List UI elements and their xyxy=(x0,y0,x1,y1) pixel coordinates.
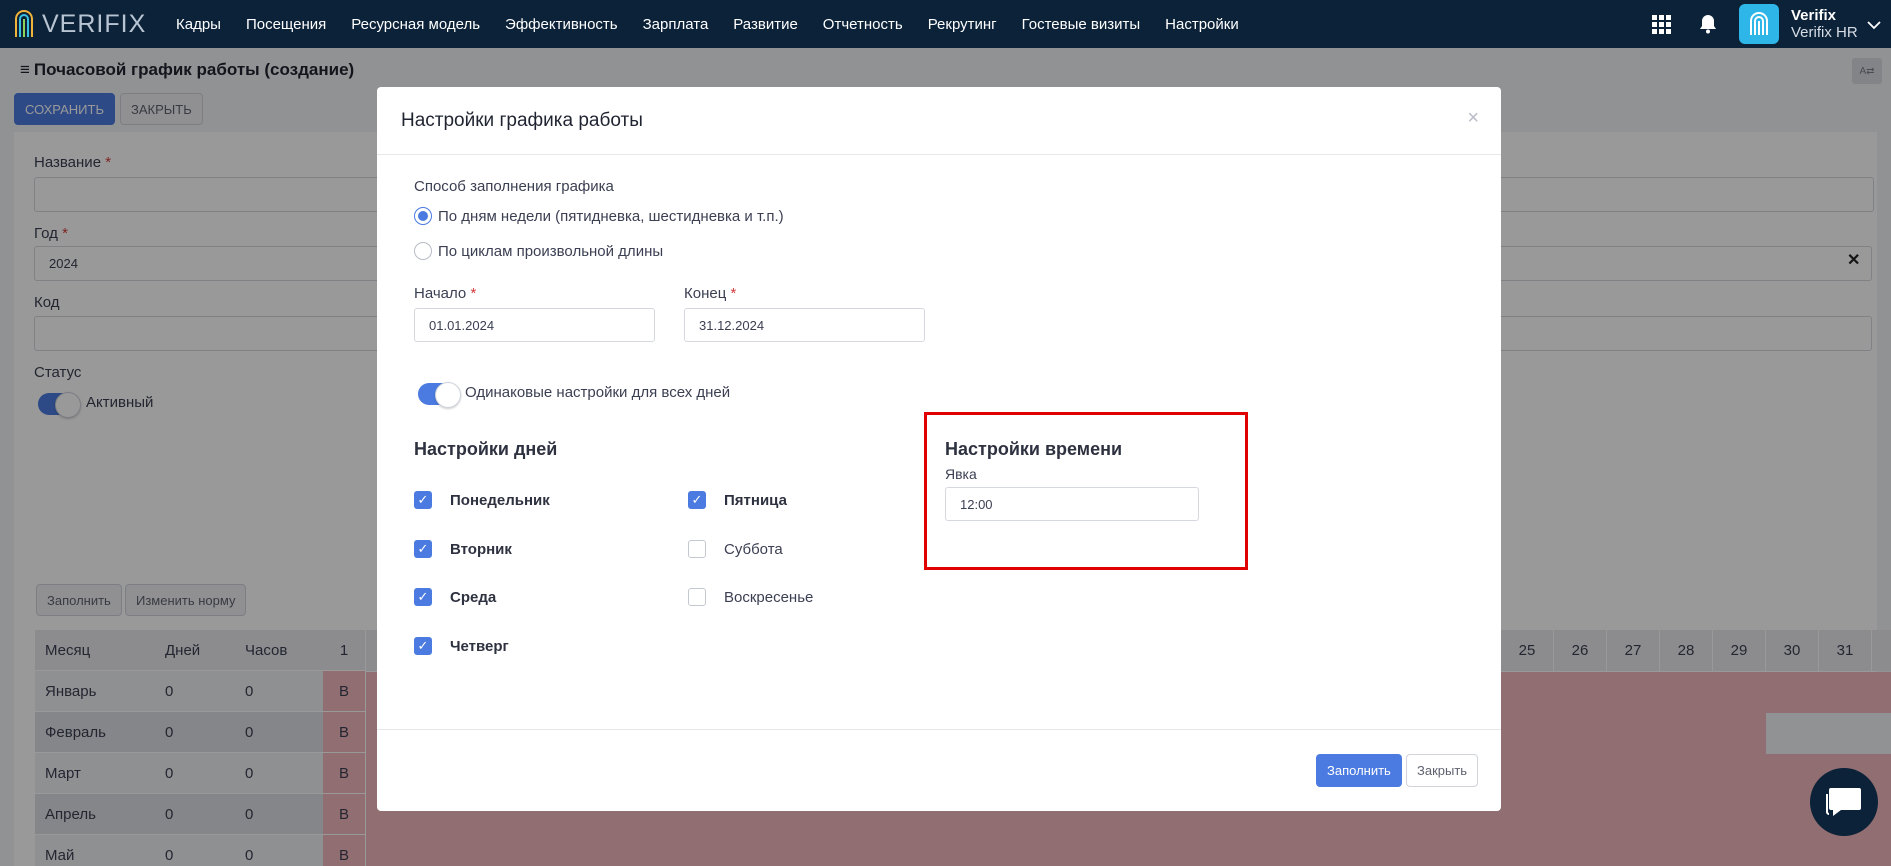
fill-button[interactable]: Заполнить xyxy=(1316,754,1402,787)
menu-item-resource-model[interactable]: Ресурсная модель xyxy=(351,16,480,33)
radio-cycles[interactable]: По циклам произвольной длины xyxy=(414,242,663,260)
fill-method-label: Способ заполнения графика xyxy=(414,178,614,195)
checkbox-label: Четверг xyxy=(450,637,509,655)
checkbox-unchecked-icon xyxy=(688,588,706,606)
checkbox-checked-icon: ✓ xyxy=(414,540,432,558)
checkbox-label: Среда xyxy=(450,588,497,606)
menu-item-kadry[interactable]: Кадры xyxy=(176,16,221,33)
fingerprint-icon xyxy=(1750,12,1768,35)
menu-item-development[interactable]: Развитие xyxy=(733,16,798,33)
checkbox-thursday[interactable]: ✓ Четверг xyxy=(414,637,509,655)
menu-item-salary[interactable]: Зарплата xyxy=(643,16,709,33)
checkbox-friday[interactable]: ✓ Пятница xyxy=(688,491,787,509)
modal-title: Настройки графика работы xyxy=(377,87,1501,155)
checkbox-label: Понедельник xyxy=(450,491,550,509)
checkbox-sunday[interactable]: Воскресенье xyxy=(688,588,813,606)
checkbox-checked-icon: ✓ xyxy=(414,491,432,509)
logo-text: VERIFIX xyxy=(42,9,147,38)
checkbox-monday[interactable]: ✓ Понедельник xyxy=(414,491,550,509)
end-date-input[interactable]: 31.12.2024 xyxy=(684,308,925,342)
menu-item-efficiency[interactable]: Эффективность xyxy=(505,16,618,33)
checkbox-label: Суббота xyxy=(724,540,783,558)
modal-footer: Заполнить Закрыть xyxy=(377,729,1501,811)
apps-grid-icon[interactable] xyxy=(1651,14,1671,34)
radio-unchecked-icon xyxy=(414,242,432,260)
chat-icon xyxy=(1826,788,1861,816)
checkbox-checked-icon: ✓ xyxy=(414,588,432,606)
days-settings-title: Настройки дней xyxy=(414,439,558,459)
checkbox-wednesday[interactable]: ✓ Среда xyxy=(414,588,496,606)
checkbox-checked-icon: ✓ xyxy=(414,637,432,655)
menu-item-attendance[interactable]: Посещения xyxy=(246,16,326,33)
radio-cycles-label: По циклам произвольной длины xyxy=(438,242,664,260)
chat-widget-button[interactable] xyxy=(1810,768,1878,836)
start-date-input[interactable]: 01.01.2024 xyxy=(414,308,655,342)
radio-weekdays[interactable]: По дням недели (пятидневка, шестидневка … xyxy=(414,207,784,225)
menu-item-settings[interactable]: Настройки xyxy=(1165,16,1239,33)
end-label: Конец * xyxy=(684,285,737,302)
radio-checked-icon xyxy=(414,207,432,225)
top-navbar: VERIFIX Кадры Посещения Ресурсная модель… xyxy=(0,0,1891,48)
bell-icon[interactable] xyxy=(1699,14,1717,34)
menu-item-recruiting[interactable]: Рекрутинг xyxy=(928,16,997,33)
menu-item-guest-visits[interactable]: Гостевые визиты xyxy=(1022,16,1141,33)
checkbox-tuesday[interactable]: ✓ Вторник xyxy=(414,540,512,558)
avatar[interactable] xyxy=(1739,4,1779,44)
highlight-frame xyxy=(924,412,1248,570)
checkbox-label: Вторник xyxy=(450,540,512,558)
radio-weekdays-label: По дням недели (пятидневка, шестидневка … xyxy=(438,207,784,225)
navbar-right: Verifix Verifix HR xyxy=(1651,0,1891,48)
same-settings-label: Одинаковые настройки для всех дней xyxy=(465,384,731,401)
logo[interactable]: VERIFIX xyxy=(12,7,162,41)
close-icon[interactable]: × xyxy=(1467,107,1479,130)
checkbox-saturday[interactable]: Суббота xyxy=(688,540,783,558)
close-modal-button[interactable]: Закрыть xyxy=(1406,754,1479,787)
same-settings-toggle[interactable] xyxy=(418,382,461,408)
start-label: Начало * xyxy=(414,285,477,302)
checkbox-label: Пятница xyxy=(724,491,787,509)
fingerprint-logo-icon xyxy=(15,10,33,37)
main-menu: Кадры Посещения Ресурсная модель Эффекти… xyxy=(176,16,1264,33)
chevron-down-icon[interactable] xyxy=(1867,20,1881,30)
checkbox-unchecked-icon xyxy=(688,540,706,558)
checkbox-label: Воскресенье xyxy=(724,588,814,606)
menu-item-reports[interactable]: Отчетность xyxy=(823,16,903,33)
checkbox-checked-icon: ✓ xyxy=(688,491,706,509)
